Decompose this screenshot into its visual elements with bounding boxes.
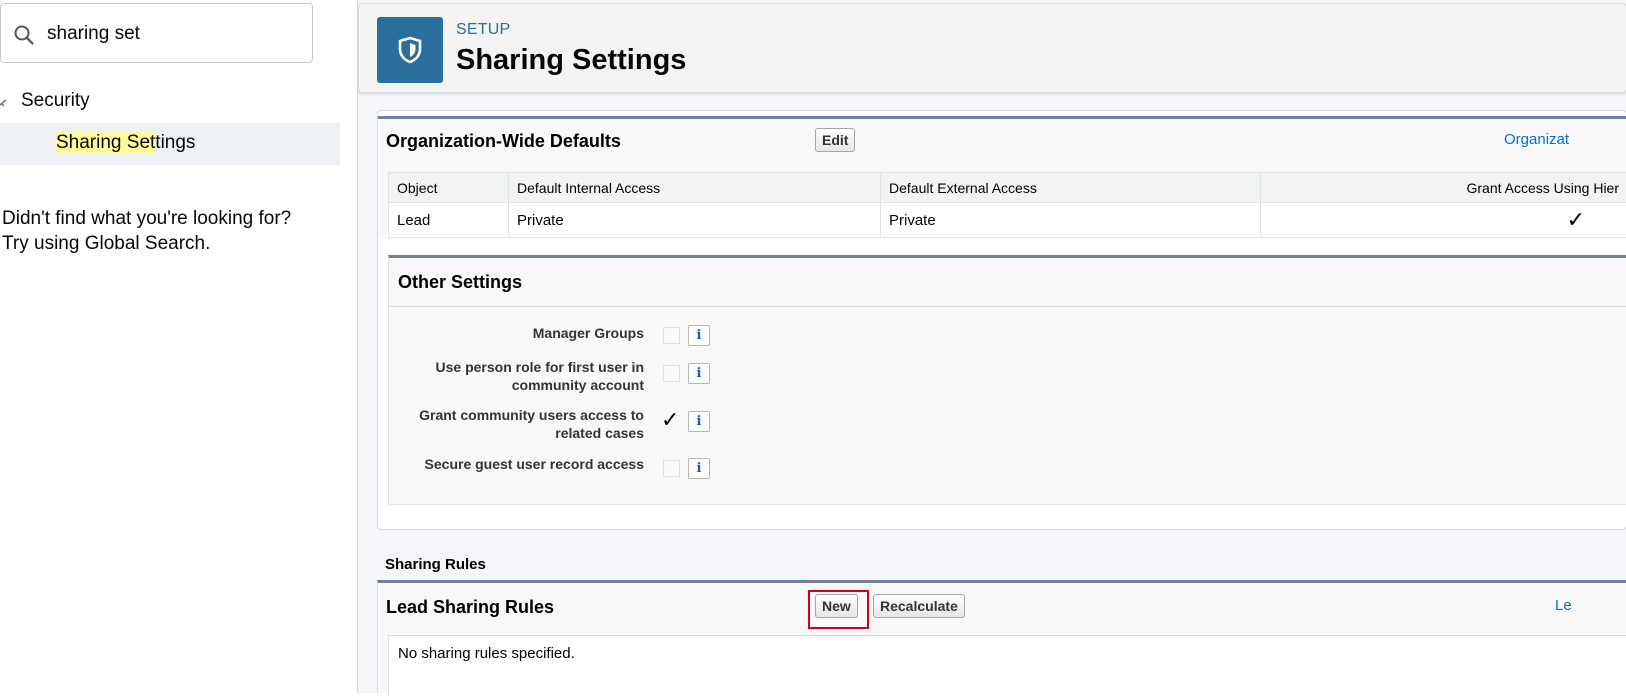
setup-sidebar: Security Sharing Settings Didn't find wh… [0, 0, 340, 693]
table-row: Lead Private Private ✓ [389, 203, 1626, 238]
page-header: SETUP Sharing Settings [358, 3, 1626, 93]
tree-item-label: Sharing Settings [56, 132, 195, 154]
lead-sharing-rules-title: Lead Sharing Rules [386, 597, 554, 618]
sharing-settings-panel: Organization-Wide Defaults Edit Organiza… [377, 110, 1626, 530]
owd-edit-button[interactable]: Edit [815, 128, 855, 152]
page-eyebrow: SETUP [456, 21, 510, 39]
other-settings-panel: Other Settings Manager Groups i Use pers… [388, 255, 1626, 505]
setting-label: Use person role for first user in commun… [384, 358, 644, 394]
page-title: Sharing Settings [456, 44, 686, 77]
info-icon[interactable]: i [688, 458, 710, 479]
search-match-highlight: Sharing Set [56, 132, 155, 153]
info-icon[interactable]: i [688, 363, 710, 384]
setting-label: Grant community users access to related … [384, 406, 644, 442]
owd-help-link[interactable]: Organizat [1504, 131, 1569, 148]
col-grant-hierarchy: Grant Access Using Hier [1261, 173, 1626, 203]
lead-sharing-rules-panel: Lead Sharing Rules New Recalculate Le No… [377, 580, 1626, 693]
setting-label: Secure guest user record access [384, 455, 644, 473]
person-role-checkbox[interactable] [663, 365, 680, 382]
quick-find-input[interactable] [47, 18, 297, 50]
not-found-message: Didn't find what you're looking for? Try… [2, 206, 291, 256]
owd-title: Organization-Wide Defaults [386, 131, 621, 152]
main-content: SETUP Sharing Settings Organization-Wide… [357, 0, 1626, 693]
chevron-down-icon[interactable] [0, 92, 12, 106]
cell-internal: Private [509, 203, 881, 238]
owd-header-row: Object Default Internal Access Default E… [389, 173, 1626, 203]
quick-find-box[interactable] [0, 3, 313, 63]
page-header-badge [377, 17, 443, 83]
not-found-line-2: Try using Global Search. [2, 231, 291, 256]
cell-external: Private [881, 203, 1261, 238]
sharing-rules-heading: Sharing Rules [385, 556, 486, 573]
tree-node-security[interactable]: Security [0, 88, 340, 116]
empty-rules-message: No sharing rules specified. [388, 636, 1626, 696]
other-settings-title: Other Settings [398, 272, 522, 293]
info-icon[interactable]: i [688, 411, 710, 432]
tree-node-label: Security [21, 90, 90, 112]
tree-item-label-rest: tings [155, 132, 195, 153]
lead-sharing-help-link[interactable]: Le [1555, 597, 1572, 614]
cell-object: Lead [389, 203, 509, 238]
secure-guest-checkbox[interactable] [663, 460, 680, 477]
setting-label: Manager Groups [384, 324, 644, 342]
search-icon [13, 24, 35, 46]
checkmark-icon[interactable]: ✓ [661, 409, 679, 431]
cell-grant-hierarchy: ✓ [1261, 203, 1626, 238]
manager-groups-checkbox[interactable] [663, 327, 680, 344]
col-default-external: Default External Access [881, 173, 1261, 203]
info-icon[interactable]: i [688, 325, 710, 346]
divider [389, 306, 1626, 307]
shield-icon [396, 36, 424, 64]
col-default-internal: Default Internal Access [509, 173, 881, 203]
owd-panel: Organization-Wide Defaults Edit Organiza… [378, 116, 1626, 236]
highlight-annotation-box [808, 590, 869, 629]
col-object: Object [389, 173, 509, 203]
recalculate-button[interactable]: Recalculate [873, 594, 965, 618]
not-found-line-1: Didn't find what you're looking for? [2, 206, 291, 231]
owd-table: Object Default Internal Access Default E… [388, 172, 1626, 238]
tree-item-sharing-settings[interactable]: Sharing Settings [0, 123, 340, 165]
checkmark-icon: ✓ [1567, 207, 1585, 232]
